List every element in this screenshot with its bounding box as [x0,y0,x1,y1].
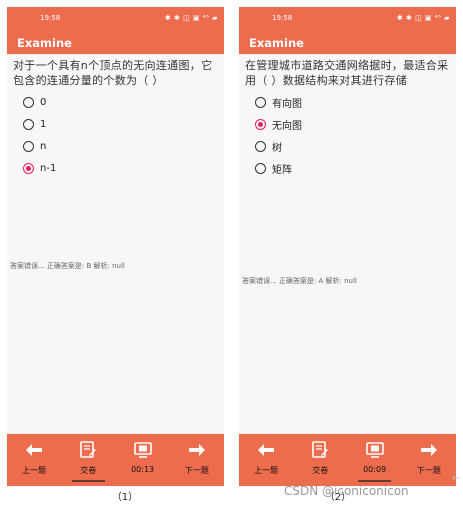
answer-feedback: 答案错误... 正确答案是: A 解析: null [242,277,357,285]
option-label: 无向图 [272,120,302,132]
timer-button[interactable]: 00:09 [348,434,402,486]
submit-exam-button[interactable]: 交卷 [61,434,115,486]
next-question-button[interactable]: 下一题 [170,434,224,486]
active-indicator [72,480,105,482]
option-tree[interactable]: 树 [239,135,456,157]
next-question-button[interactable]: 下一题 [402,434,456,486]
option-label: n [40,140,47,152]
arrow-right-icon [419,441,439,459]
prev-question-button[interactable]: 上一题 [7,434,61,486]
timer-button[interactable]: 00:13 [116,434,170,486]
status-icons: ✱ ✱ ◫ ▣ ⁴⁶ ▰ [164,13,218,22]
timer-screen-icon [133,441,153,459]
edit-document-icon [310,441,330,459]
option-n[interactable]: n [7,135,224,157]
arrow-left-icon [24,441,44,459]
app-title: Examine [239,28,456,54]
prev-label: 上一题 [254,466,279,475]
arrow-left-icon: ← [452,473,461,484]
option-n-minus-1[interactable]: n-1 [7,157,224,179]
next-label: 下一题 [184,466,209,475]
status-time: 19:58 [272,13,293,22]
bottom-nav-bar: 上一题 交卷 00:09 下一题 [239,434,456,486]
phone-screen-1: 19:58 ✱ ✱ ◫ ▣ ⁴⁶ ▰ Examine 对于一个具有n个顶点的无向… [7,7,224,486]
status-bar: 19:58 ✱ ✱ ◫ ▣ ⁴⁶ ▰ [7,7,224,28]
active-indicator [358,480,391,482]
radio-button-checked[interactable] [23,162,34,174]
radio-button[interactable] [255,96,266,108]
options-group: 0 1 n n-1 [7,88,224,179]
radio-button[interactable] [23,118,34,130]
option-matrix[interactable]: 矩阵 [239,157,456,179]
status-time: 19:58 [40,13,61,22]
options-group: 有向图 无向图 树 矩阵 [239,88,456,179]
option-1[interactable]: 1 [7,113,224,135]
timer-screen-icon [365,441,385,459]
edit-document-icon [78,441,98,459]
question-text: 对于一个具有n个顶点的无向连通图，它包含的连通分量的个数为（ ） [13,59,213,87]
next-label: 下一题 [416,466,441,475]
radio-button[interactable] [23,96,34,108]
watermark: CSDN @iconiconicon [284,484,409,498]
option-label: n-1 [40,162,57,174]
radio-button-checked[interactable] [255,118,266,130]
submit-exam-button[interactable]: 交卷 [293,434,347,486]
option-label: 有向图 [272,98,302,110]
status-bar: 19:58 ✱ ✱ ◫ ▣ ⁴⁶ ▰ [239,7,456,28]
option-undirected-graph[interactable]: 无向图 [239,113,456,135]
timer-label: 00:09 [363,465,387,474]
prev-label: 上一题 [22,466,47,475]
option-label: 1 [40,118,47,130]
option-0[interactable]: 0 [7,91,224,113]
radio-button[interactable] [255,162,266,174]
question-text: 在管理城市道路交通网络据时，最适合采用（ ）数据结构来对其进行存储 [245,59,449,87]
prev-question-button[interactable]: 上一题 [239,434,293,486]
status-icons: ✱ ✱ ◫ ▣ ⁴⁶ ▰ [396,13,450,22]
panel-caption-1: （1） [111,492,139,503]
option-label: 0 [40,96,47,108]
arrow-left-icon [256,441,276,459]
phone-screen-2: 19:58 ✱ ✱ ◫ ▣ ⁴⁶ ▰ Examine 在管理城市道路交通网络据时… [239,7,456,486]
submit-label: 交卷 [80,466,97,475]
timer-label: 00:13 [131,465,155,474]
answer-feedback: 答案错误... 正确答案是: B 解析: null [10,262,125,270]
radio-button[interactable] [23,140,34,152]
option-label: 矩阵 [272,164,292,176]
option-directed-graph[interactable]: 有向图 [239,91,456,113]
bottom-nav-bar: 上一题 交卷 00:13 下一题 [7,434,224,486]
app-title: Examine [7,28,224,54]
radio-button[interactable] [255,140,266,152]
arrow-right-icon [187,441,207,459]
option-label: 树 [272,142,282,154]
submit-label: 交卷 [312,466,329,475]
